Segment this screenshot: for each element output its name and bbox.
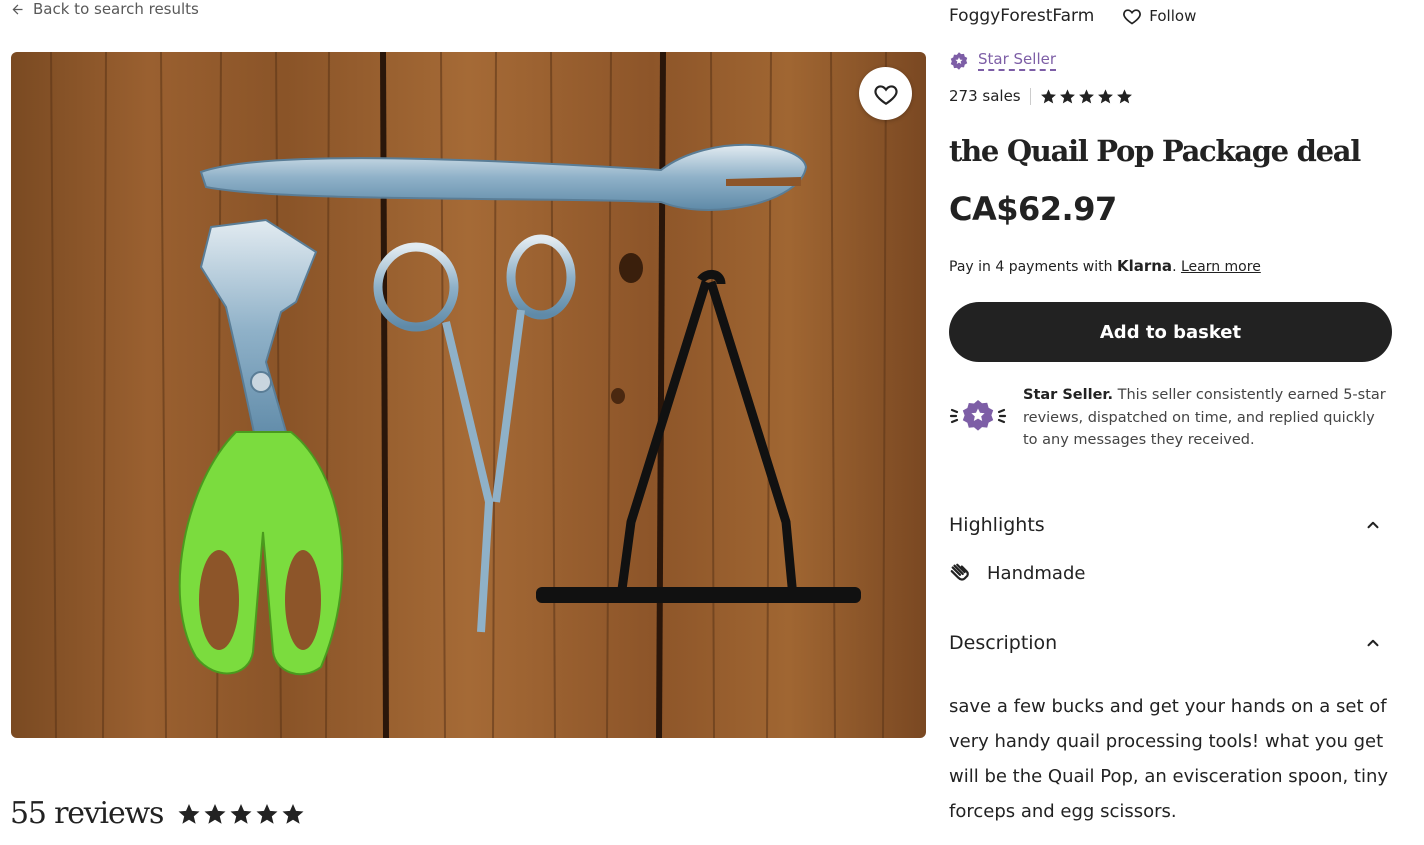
divider xyxy=(1029,87,1031,105)
star-seller-badge-row: Star Seller xyxy=(949,50,1057,71)
klarna-payment-info: Pay in 4 payments with Klarna. Learn mor… xyxy=(949,257,1261,275)
highlights-toggle[interactable]: Highlights xyxy=(949,514,1382,536)
star-icon xyxy=(1040,88,1056,103)
star-seller-badge-icon xyxy=(949,51,969,71)
star-icon xyxy=(1116,88,1132,103)
reviews-rating xyxy=(177,802,305,826)
reviews-count: 55 reviews xyxy=(10,796,164,831)
klarna-logo: Klarna xyxy=(1116,257,1173,275)
follow-button[interactable]: Follow xyxy=(1122,6,1196,26)
star-icon xyxy=(1059,88,1075,103)
listing-title: the Quail Pop Package deal xyxy=(949,134,1361,168)
star-seller-link[interactable]: Star Seller xyxy=(978,50,1057,71)
sales-summary: 273 sales xyxy=(949,87,1133,105)
hand-icon xyxy=(950,563,969,581)
chevron-up-icon xyxy=(1367,639,1379,647)
star-icon xyxy=(1097,88,1113,103)
add-to-basket-button[interactable]: Add to basket xyxy=(949,302,1392,362)
star-seller-info-title: Star Seller. xyxy=(1023,387,1114,403)
back-to-search-link[interactable]: Back to search results xyxy=(10,0,199,18)
highlight-handmade: Handmade xyxy=(949,562,1085,584)
description-toggle[interactable]: Description xyxy=(949,632,1382,654)
star-icon xyxy=(204,803,226,824)
favorite-button[interactable] xyxy=(859,67,912,120)
description-title: Description xyxy=(949,632,1058,654)
arrow-left-icon xyxy=(12,4,23,14)
klarna-suffix: . xyxy=(1172,259,1177,275)
highlight-label: Handmade xyxy=(987,562,1086,584)
klarna-prefix: Pay in 4 payments with xyxy=(949,259,1117,275)
reviews-header: 55 reviews xyxy=(10,796,305,831)
star-icon xyxy=(282,803,304,824)
star-seller-large-badge-icon xyxy=(949,384,1007,452)
star-icon xyxy=(256,803,278,824)
star-seller-info: Star Seller. This seller consistently ea… xyxy=(949,384,1392,452)
shop-name-link[interactable]: FoggyForestFarm xyxy=(949,6,1094,26)
star-icon xyxy=(230,803,252,824)
back-link-label: Back to search results xyxy=(33,0,199,18)
sales-count: 273 sales xyxy=(949,87,1021,105)
star-icon xyxy=(1078,88,1094,103)
shop-rating[interactable] xyxy=(1040,88,1133,105)
heart-icon xyxy=(1123,9,1142,25)
star-seller-description: Star Seller. This seller consistently ea… xyxy=(1023,384,1392,452)
description-body: save a few bucks and get your hands on a… xyxy=(949,696,1389,822)
learn-more-link[interactable]: Learn more xyxy=(1181,259,1261,275)
listing-price: CA$62.97 xyxy=(949,190,1117,228)
shop-header: FoggyForestFarm Follow xyxy=(949,6,1196,26)
star-icon xyxy=(178,803,200,824)
chevron-up-icon xyxy=(1367,521,1379,529)
heart-icon xyxy=(873,84,898,105)
listing-photo-image xyxy=(11,52,926,738)
follow-label: Follow xyxy=(1149,7,1197,25)
highlights-title: Highlights xyxy=(949,514,1045,536)
listing-photo[interactable] xyxy=(11,52,926,738)
